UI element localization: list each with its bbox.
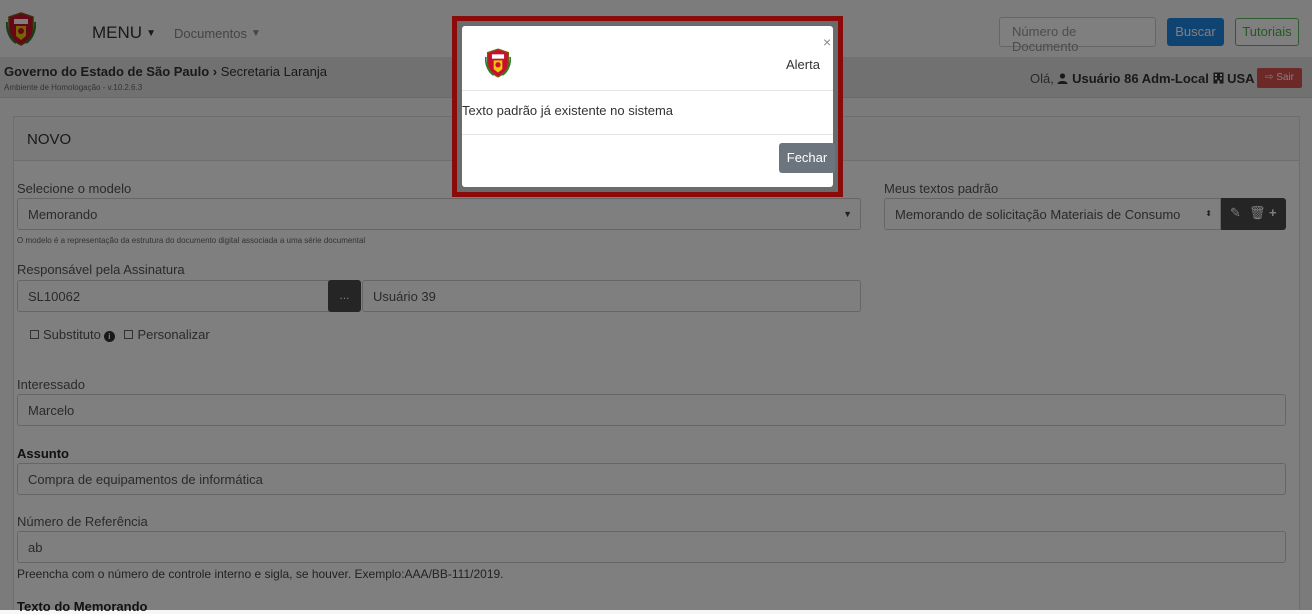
alert-title: Alerta: [786, 57, 820, 72]
close-icon[interactable]: ×: [823, 34, 831, 50]
alert-dialog: × Alerta Texto padrão já existente no si…: [462, 26, 835, 187]
modal-footer-divider: [462, 134, 833, 135]
close-button[interactable]: Fechar: [779, 143, 835, 173]
alert-highlight-frame: × Alerta Texto padrão já existente no si…: [452, 16, 843, 197]
sao-paulo-coat-of-arms-logo: [485, 48, 511, 78]
alert-message: Texto padrão já existente no sistema: [462, 103, 674, 118]
modal-header-divider: [462, 90, 833, 91]
